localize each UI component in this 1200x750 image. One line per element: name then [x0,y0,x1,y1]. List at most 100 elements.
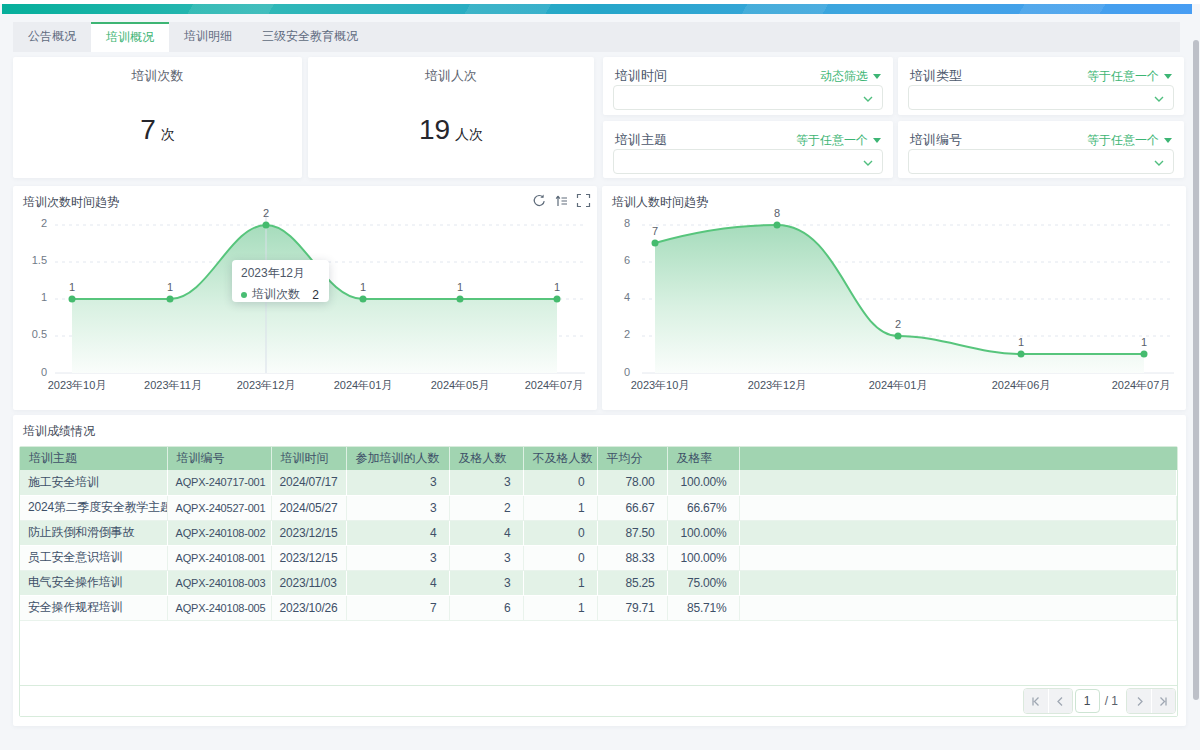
svg-text:1: 1 [1141,336,1147,348]
chevron-down-icon [862,157,874,169]
top-gradient-bar [2,4,1192,14]
table-row[interactable]: 施工安全培训AQPX-240717-0012024/07/1733078.001… [20,470,1177,495]
table-row[interactable]: 员工安全意识培训AQPX-240108-0012023/12/1533088.3… [20,545,1177,570]
col-training-topic: 培训主题 [20,447,167,470]
pagination-right-group [1126,688,1176,714]
table-row[interactable]: 电气安全操作培训AQPX-240108-0032023/11/0343185.2… [20,570,1177,595]
restore-icon[interactable] [532,193,547,208]
svg-text:1: 1 [554,281,560,293]
svg-text:1: 1 [69,281,75,293]
prev-page-button[interactable] [1048,689,1072,713]
svg-text:2024年07月: 2024年07月 [1112,379,1171,391]
filter-select[interactable] [908,85,1174,110]
col-participants: 参加培训的人数 [346,447,449,470]
page-number-input[interactable]: 1 [1075,689,1100,713]
caret-down-icon [1164,74,1172,79]
filter-select[interactable] [613,149,883,174]
filter-card-training-type: 培训类型 等于任意一个 [898,57,1184,115]
filter-mode-dropdown[interactable]: 等于任意一个 [796,132,881,149]
stat-card-training-count: 培训次数 7次 [13,57,302,178]
stat-value: 7次 [13,114,302,146]
svg-text:2: 2 [624,328,630,340]
tab-bar: 公告概况 培训概况 培训明细 三级安全教育概况 [13,22,1180,52]
scrollbar-thumb[interactable] [1193,40,1199,700]
sort-icon[interactable] [554,193,569,208]
tab-training-detail[interactable]: 培训明细 [169,22,247,52]
filter-select[interactable] [908,149,1174,174]
table-row[interactable]: 安全操作规程培训AQPX-240108-0052023/10/2676179.7… [20,595,1177,620]
svg-text:1: 1 [360,281,366,293]
chevron-down-icon [1153,93,1165,105]
svg-text:2023年12月: 2023年12月 [237,379,296,391]
area-chart-training-people: 7 8 2 1 1 0 2 4 6 8 2023年10月 2023年12月 20… [602,186,1186,410]
filter-label: 培训类型 [910,67,962,85]
caret-down-icon [873,138,881,143]
svg-text:2: 2 [895,318,901,330]
svg-text:0: 0 [41,366,47,378]
stat-title: 培训人次 [308,67,594,85]
chevron-down-icon [862,93,874,105]
svg-text:8: 8 [774,207,780,219]
col-pass-rate: 及格率 [667,447,739,470]
tab-training-overview[interactable]: 培训概况 [91,22,169,52]
stat-value: 19人次 [308,114,594,146]
svg-text:0.5: 0.5 [32,328,47,340]
svg-text:2024年07月: 2024年07月 [525,379,584,391]
chart-title: 培训人数时间趋势 [612,194,708,211]
col-average: 平均分 [597,447,667,470]
svg-text:2023年11月: 2023年11月 [144,379,202,391]
chevron-down-icon [1153,157,1165,169]
chart-toolbox [532,193,591,208]
filter-mode-dropdown[interactable]: 等于任意一个 [1087,132,1172,149]
caret-down-icon [1164,138,1172,143]
col-empty [739,447,1177,470]
svg-text:2023年12月: 2023年12月 [748,379,807,391]
col-training-code: 培训编号 [167,447,271,470]
first-page-button[interactable] [1024,689,1048,713]
pagination-left-group [1023,688,1073,714]
table-header-row: 培训主题 培训编号 培训时间 参加培训的人数 及格人数 不及格人数 平均分 及格… [20,447,1177,470]
tab-three-level-safety[interactable]: 三级安全教育概况 [247,22,373,52]
filter-label: 培训主题 [615,131,667,149]
series-dot [241,292,247,298]
table-row[interactable]: 2024第二季度安全教学主题培训AQPX-240527-0012024/05/2… [20,495,1177,520]
svg-text:2024年05月: 2024年05月 [431,379,490,391]
table-footer: 1 / 1 [20,685,1177,716]
table-card-training-scores: 培训成绩情况 培训主题 培训编号 培训时间 参加培训的人数 及格人数 不及格人数… [13,415,1186,726]
filter-card-training-code: 培训编号 等于任意一个 [898,121,1184,178]
filter-mode-dropdown[interactable]: 等于任意一个 [1087,68,1172,85]
svg-text:4: 4 [624,291,630,303]
filter-label: 培训时间 [615,67,667,85]
filter-mode-dropdown[interactable]: 动态筛选 [820,68,881,85]
svg-text:7: 7 [652,225,658,237]
svg-text:2024年01月: 2024年01月 [334,379,393,391]
tooltip-value: 2 [312,288,319,302]
col-failed: 不及格人数 [523,447,597,470]
svg-text:1: 1 [167,281,173,293]
last-page-button[interactable] [1151,689,1175,713]
caret-down-icon [873,74,881,79]
next-page-button[interactable] [1127,689,1151,713]
svg-text:1.5: 1.5 [32,254,47,266]
svg-text:2024年06月: 2024年06月 [992,379,1051,391]
svg-text:2: 2 [263,207,269,219]
col-passed: 及格人数 [449,447,523,470]
svg-text:1: 1 [457,281,463,293]
tooltip-series: 培训次数 [252,286,300,303]
stat-title: 培训次数 [13,67,302,85]
chart-tooltip: 2023年12月 培训次数 2 [232,260,329,302]
table-row[interactable]: 防止跌倒和滑倒事故AQPX-240108-0022023/12/1544087.… [20,520,1177,545]
filter-card-training-topic: 培训主题 等于任意一个 [603,121,893,178]
filter-select[interactable] [613,85,883,110]
svg-text:0: 0 [624,366,630,378]
svg-text:1: 1 [41,291,47,303]
fullscreen-icon[interactable] [576,193,591,208]
stat-card-training-person-times: 培训人次 19人次 [308,57,594,178]
svg-text:1: 1 [1018,336,1024,348]
tooltip-title: 2023年12月 [241,265,319,282]
col-training-time: 培训时间 [271,447,346,470]
svg-text:2023年10月: 2023年10月 [48,379,107,391]
tab-announcement-overview[interactable]: 公告概况 [13,22,91,52]
chart-card-training-count-trend: 培训次数时间趋势 [13,186,597,410]
table-empty-area [20,621,1177,686]
